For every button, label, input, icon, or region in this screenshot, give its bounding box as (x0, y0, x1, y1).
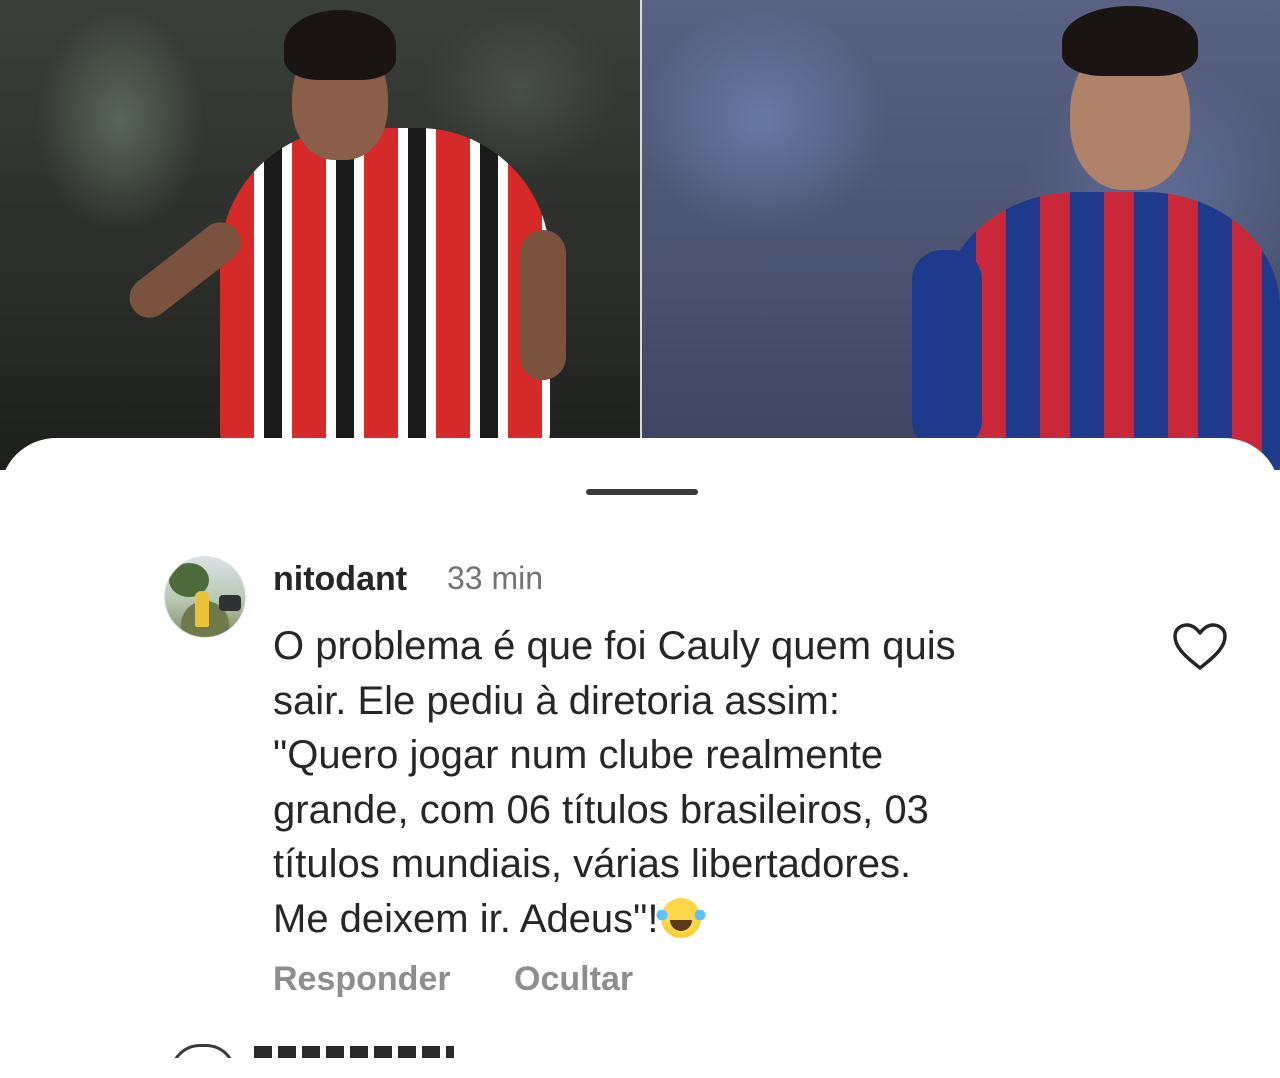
next-comment-username (254, 1046, 454, 1058)
avatar-figure (195, 591, 209, 627)
avatar[interactable] (164, 556, 246, 638)
avatar-car (219, 595, 241, 611)
player-hair (284, 10, 396, 80)
comment-username[interactable]: nitodant (273, 560, 407, 599)
comment-actions: Responder Ocultar (273, 960, 687, 999)
comment-timestamp: 33 min (447, 560, 544, 596)
heart-outline-icon[interactable] (1172, 622, 1228, 672)
player-hair (1062, 6, 1198, 76)
player-arm (912, 250, 982, 450)
comment-body: O problema é que foi Cauly quem quis sai… (273, 624, 956, 941)
player-shirt (220, 128, 550, 458)
player-photo-left (0, 0, 642, 470)
player-arm (520, 230, 566, 380)
reply-button[interactable]: Responder (273, 960, 451, 998)
player-shirt (942, 192, 1280, 470)
comment-text: O problema é que foi Cauly quem quis sai… (273, 619, 1133, 946)
post-image (0, 0, 1280, 470)
hide-button[interactable]: Ocultar (514, 960, 633, 998)
player-photo-right (642, 0, 1280, 470)
sheet-drag-handle[interactable] (586, 489, 698, 495)
laughing-emoji-icon (655, 897, 706, 938)
